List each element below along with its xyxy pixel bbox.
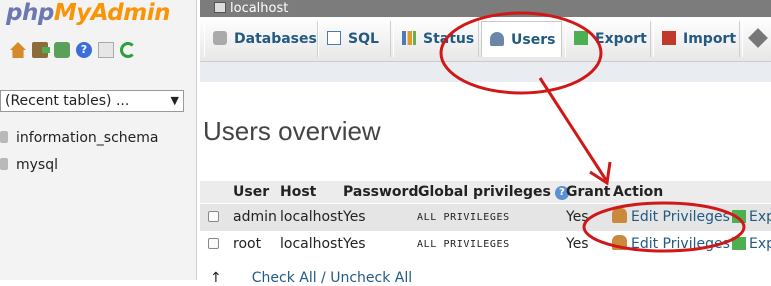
row-checkbox[interactable] xyxy=(208,238,219,249)
recent-tables-select[interactable]: (Recent tables) ... ▼ xyxy=(0,90,184,112)
column-header-grant[interactable]: Grant xyxy=(566,181,611,203)
tab-label: Databases xyxy=(234,31,317,47)
tab-databases[interactable]: Databases xyxy=(204,21,318,57)
logo-admin-text: MyAdmin xyxy=(53,0,171,26)
row-checkbox[interactable] xyxy=(208,211,219,222)
logo-php-text: php xyxy=(6,0,54,26)
tab-export[interactable]: Export xyxy=(565,21,651,57)
user-cell: root xyxy=(233,236,262,252)
password-cell: Yes xyxy=(343,236,366,252)
tab-status[interactable]: Status xyxy=(393,21,479,57)
users-table-header: User Host Password Global privileges? Gr… xyxy=(200,181,771,203)
reload-icon[interactable] xyxy=(120,42,136,58)
edit-privileges-icon xyxy=(612,235,627,250)
nav-db-mysql[interactable]: mysql xyxy=(0,157,58,173)
chevron-down-icon: ▼ xyxy=(170,94,179,107)
tab-label: Export xyxy=(595,31,647,47)
user-cell: admin xyxy=(233,209,277,225)
export-icon xyxy=(574,31,588,45)
home-icon[interactable] xyxy=(10,42,26,58)
tab-label: Users xyxy=(511,32,556,48)
grant-cell: Yes xyxy=(566,209,589,225)
sql-icon xyxy=(327,31,341,45)
edit-privileges-icon xyxy=(612,208,627,223)
server-name[interactable]: localhost xyxy=(230,1,288,16)
server-breadcrumb: localhost xyxy=(200,0,771,17)
database-icon xyxy=(213,31,227,45)
tab-label: Status xyxy=(423,31,475,47)
import-icon xyxy=(662,31,676,45)
tab-import[interactable]: Import xyxy=(653,21,740,57)
table-row: admin localhost Yes ALL PRIVILEGES Yes E… xyxy=(200,204,771,231)
status-icon xyxy=(402,31,416,45)
export-link[interactable]: Exp xyxy=(732,204,771,231)
edit-privileges-link[interactable]: Edit Privileges xyxy=(612,204,730,231)
nav-db-information-schema[interactable]: information_schema xyxy=(0,130,159,146)
annotation-arrow-head xyxy=(589,161,612,186)
sub-toolbar xyxy=(200,62,771,82)
db-label: information_schema xyxy=(16,130,159,146)
tab-users[interactable]: Users xyxy=(481,21,562,57)
password-cell: Yes xyxy=(343,209,366,225)
edit-label: Edit Privileges xyxy=(631,209,730,225)
check-all-link[interactable]: Check All / Uncheck All xyxy=(252,270,412,286)
export-link[interactable]: Exp xyxy=(732,231,771,258)
settings-icon xyxy=(748,28,768,48)
grant-cell: Yes xyxy=(566,236,589,252)
privileges-cell: ALL PRIVILEGES xyxy=(417,212,510,223)
edit-label: Edit Privileges xyxy=(631,236,730,252)
database-icon xyxy=(0,131,8,143)
column-header-password[interactable]: Password xyxy=(343,181,418,203)
tab-label: SQL xyxy=(348,31,379,47)
recent-tables-value: (Recent tables) ... xyxy=(5,93,130,109)
navigation-panel: phpMyAdmin ? (Recent tables) ... ▼ infor… xyxy=(0,0,197,280)
page-title: Users overview xyxy=(203,116,381,146)
export-label: Exp xyxy=(749,236,771,252)
table-row: root localhost Yes ALL PRIVILEGES Yes Ed… xyxy=(200,231,771,258)
help-icon[interactable]: ? xyxy=(76,42,92,58)
annotation-arrow xyxy=(538,77,608,181)
column-header-global-privileges: Global privileges? xyxy=(418,181,569,203)
export-label: Exp xyxy=(749,209,771,225)
edit-privileges-link[interactable]: Edit Privileges xyxy=(612,231,730,258)
export-icon xyxy=(732,210,746,223)
export-icon xyxy=(732,237,746,250)
column-header-action: Action xyxy=(613,184,664,200)
top-menu-tabs: Databases SQL Status Users Export Import xyxy=(200,17,771,62)
host-cell: localhost xyxy=(280,209,343,225)
privileges-cell: ALL PRIVILEGES xyxy=(417,239,510,250)
server-icon xyxy=(214,2,226,13)
nav-icon-bar: ? xyxy=(10,42,136,58)
users-icon xyxy=(490,32,504,46)
phpmyadmin-logo[interactable]: phpMyAdmin xyxy=(6,0,170,26)
column-header-user[interactable]: User xyxy=(233,181,269,203)
column-header-host[interactable]: Host xyxy=(280,181,316,203)
host-cell: localhost xyxy=(280,236,343,252)
database-icon xyxy=(0,158,8,170)
tab-settings[interactable] xyxy=(742,21,771,57)
check-all-bar: ↑ Check All / Uncheck All xyxy=(210,270,412,286)
tab-sql[interactable]: SQL xyxy=(318,21,391,57)
tab-label: Import xyxy=(683,31,737,47)
docs-icon[interactable] xyxy=(98,42,114,58)
arrow-up-icon: ↑ xyxy=(210,270,222,286)
header-label: Global privileges xyxy=(418,184,551,200)
logout-icon[interactable] xyxy=(32,42,50,58)
db-label: mysql xyxy=(16,157,58,173)
sql-query-icon[interactable] xyxy=(54,42,70,58)
